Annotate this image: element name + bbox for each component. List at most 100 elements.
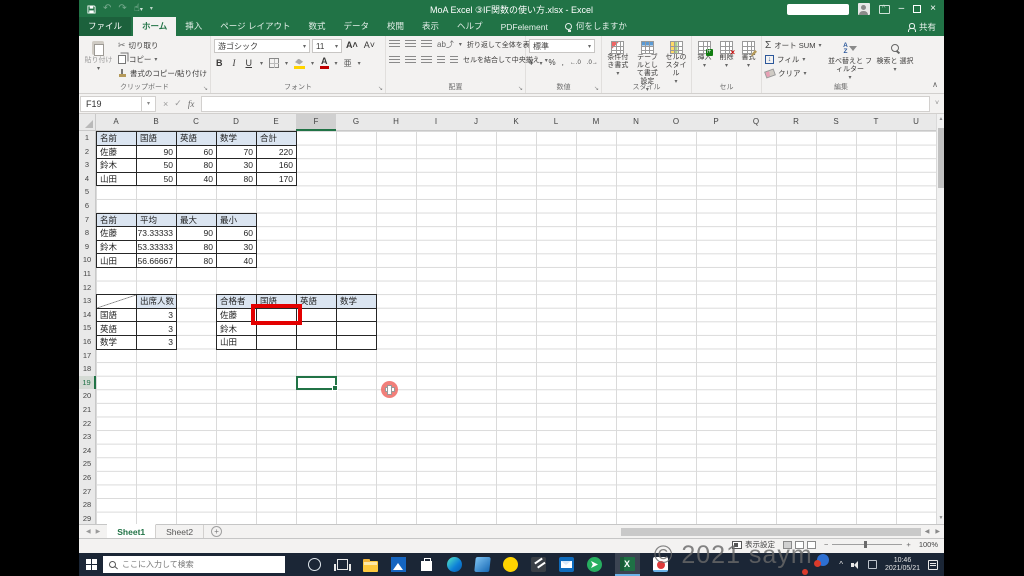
column-header-F[interactable]: F (296, 114, 337, 131)
increase-indent-icon[interactable] (450, 55, 458, 65)
table-cell[interactable]: 3 (136, 335, 177, 350)
tray-expand-icon[interactable]: ^ (839, 560, 843, 569)
column-header-H[interactable]: H (376, 114, 417, 131)
minimize-button[interactable]: – (899, 4, 905, 14)
column-header-E[interactable]: E (256, 114, 297, 131)
column-header-N[interactable]: N (616, 114, 657, 131)
table-cell[interactable]: 鈴木 (96, 158, 137, 173)
font-size-select[interactable]: 11 ▾ (312, 39, 342, 53)
horizontal-scroll-thumb[interactable] (620, 527, 921, 536)
taskbar-search[interactable] (103, 556, 285, 573)
row-header-6[interactable]: 6 (79, 199, 96, 214)
row-header-21[interactable]: 21 (79, 403, 96, 418)
tab-ページ レイアウト[interactable]: ページ レイアウト (211, 17, 299, 36)
table-cell[interactable]: 80 (176, 253, 217, 268)
zoom-in-icon[interactable]: + (906, 540, 910, 549)
sign-in-box[interactable] (786, 3, 849, 15)
italic-icon[interactable]: I (231, 57, 238, 69)
taskbar-clock[interactable]: 10:46 2021/05/21 (885, 557, 920, 573)
row-header-12[interactable]: 12 (79, 280, 96, 296)
number-format-select[interactable]: 標準 ▾ (529, 39, 595, 53)
sort-filter-button[interactable]: AZ 並べ替えと フィルター ▾ (828, 39, 872, 81)
copy-button[interactable]: コピー ▾ (117, 53, 207, 66)
row-header-8[interactable]: 8 (79, 226, 96, 241)
row-header-16[interactable]: 16 (79, 335, 96, 350)
align-right-icon[interactable] (421, 55, 432, 65)
hscroll-right-icon[interactable]: ▶ (933, 528, 942, 535)
table-header-cell[interactable]: 平均 (136, 212, 177, 228)
table-header-cell[interactable]: 最小 (216, 212, 257, 228)
tab-データ[interactable]: データ (335, 17, 379, 36)
table-cell[interactable]: 英語 (96, 321, 137, 336)
table-header-cell[interactable]: 数学 (336, 294, 377, 309)
zoom-level[interactable]: 100% (919, 540, 938, 549)
worksheet-grid[interactable]: A B C D E F G H I J K L M N O P Q R S T U 1 2 3 4 5 6 7 8 9 10 11 12 13 14… (79, 114, 936, 524)
sheet-nav-left-icon[interactable]: ◀ (86, 528, 91, 535)
row-header-15[interactable]: 15 (79, 321, 96, 336)
fill-color-icon[interactable] (294, 58, 306, 69)
column-header-K[interactable]: K (496, 114, 537, 131)
table-cell[interactable] (336, 321, 377, 336)
column-header-U[interactable]: U (896, 114, 936, 131)
tab-ヘルプ[interactable]: ヘルプ (448, 17, 492, 36)
tab-ホーム[interactable]: ホーム (133, 17, 177, 36)
cell-styles-button[interactable]: セルのスタイル ▾ (664, 39, 688, 85)
green-app-icon[interactable] (587, 557, 602, 572)
underline-icon[interactable]: U (244, 57, 255, 69)
row-header-3[interactable]: 3 (79, 158, 96, 173)
yellow-app-icon[interactable] (503, 557, 518, 572)
autosum-button[interactable]: Σ オート SUM ▾ (765, 39, 825, 52)
insert-cells-button[interactable]: + 挿入 ▾ (695, 39, 714, 81)
close-button[interactable]: × (930, 4, 936, 14)
table-cell[interactable]: 数学 (96, 335, 137, 350)
clear-button[interactable]: クリア ▾ (764, 67, 825, 80)
select-all-corner[interactable] (79, 114, 96, 131)
sheet-tab-Sheet2[interactable]: Sheet2 (156, 525, 205, 538)
table-cell[interactable]: 鈴木 (96, 239, 137, 255)
paste-button[interactable]: 貼り付け ▾ (82, 39, 115, 81)
row-header-28[interactable]: 28 (79, 498, 96, 513)
row-header-1[interactable]: 1 (79, 131, 96, 146)
align-center-icon[interactable] (405, 55, 416, 65)
table-cell[interactable]: 90 (176, 226, 217, 241)
row-header-27[interactable]: 27 (79, 484, 96, 500)
table-cell[interactable]: 40 (216, 253, 257, 268)
formula-input[interactable] (201, 95, 930, 112)
column-header-D[interactable]: D (216, 114, 257, 131)
table-header-cell[interactable]: 名前 (96, 212, 137, 228)
scroll-up-icon[interactable]: ▲ (937, 114, 944, 125)
column-header-C[interactable]: C (176, 114, 217, 131)
excel-taskbar-button[interactable] (615, 553, 640, 576)
row-header-10[interactable]: 10 (79, 253, 96, 268)
row-header-19[interactable]: 19 (79, 375, 96, 391)
edge-browser-icon[interactable] (447, 557, 462, 572)
table-cell[interactable]: 50 (136, 171, 177, 187)
column-header-R[interactable]: R (776, 114, 817, 131)
insert-function-icon[interactable]: fx (188, 99, 195, 109)
table-cell[interactable]: 80 (176, 239, 217, 255)
column-header-S[interactable]: S (816, 114, 857, 131)
column-header-B[interactable]: B (136, 114, 177, 131)
row-header-17[interactable]: 17 (79, 348, 96, 364)
undo-icon[interactable]: ↶ (103, 4, 111, 14)
table-cell[interactable]: 80 (216, 171, 257, 187)
table-header-cell[interactable]: 出席人数 (136, 294, 177, 309)
column-header-I[interactable]: I (416, 114, 457, 131)
table-cell[interactable]: 国語 (96, 307, 137, 323)
number-dialog-launcher-icon[interactable]: ↘ (594, 85, 599, 92)
format-painter-button[interactable]: 書式のコピー/貼り付け (118, 67, 207, 80)
align-top-icon[interactable] (389, 40, 400, 49)
sheet-tab-Sheet1[interactable]: Sheet1 (107, 524, 157, 538)
row-header-7[interactable]: 7 (79, 212, 96, 228)
row-header-13[interactable]: 13 (79, 294, 96, 309)
increase-decimal-icon[interactable]: ←.0 (570, 57, 581, 69)
table-cell[interactable]: 山田 (216, 335, 257, 350)
table-cell[interactable]: 160 (256, 158, 297, 173)
table-cell[interactable]: 30 (216, 158, 257, 173)
borders-icon[interactable] (269, 58, 280, 68)
grow-font-icon[interactable]: A˄ (344, 39, 360, 53)
table-cell[interactable]: 3 (136, 307, 177, 323)
qat-customize-icon[interactable]: ▾ (150, 4, 153, 14)
row-header-4[interactable]: 4 (79, 171, 96, 187)
comma-format-icon[interactable]: , (562, 57, 564, 69)
